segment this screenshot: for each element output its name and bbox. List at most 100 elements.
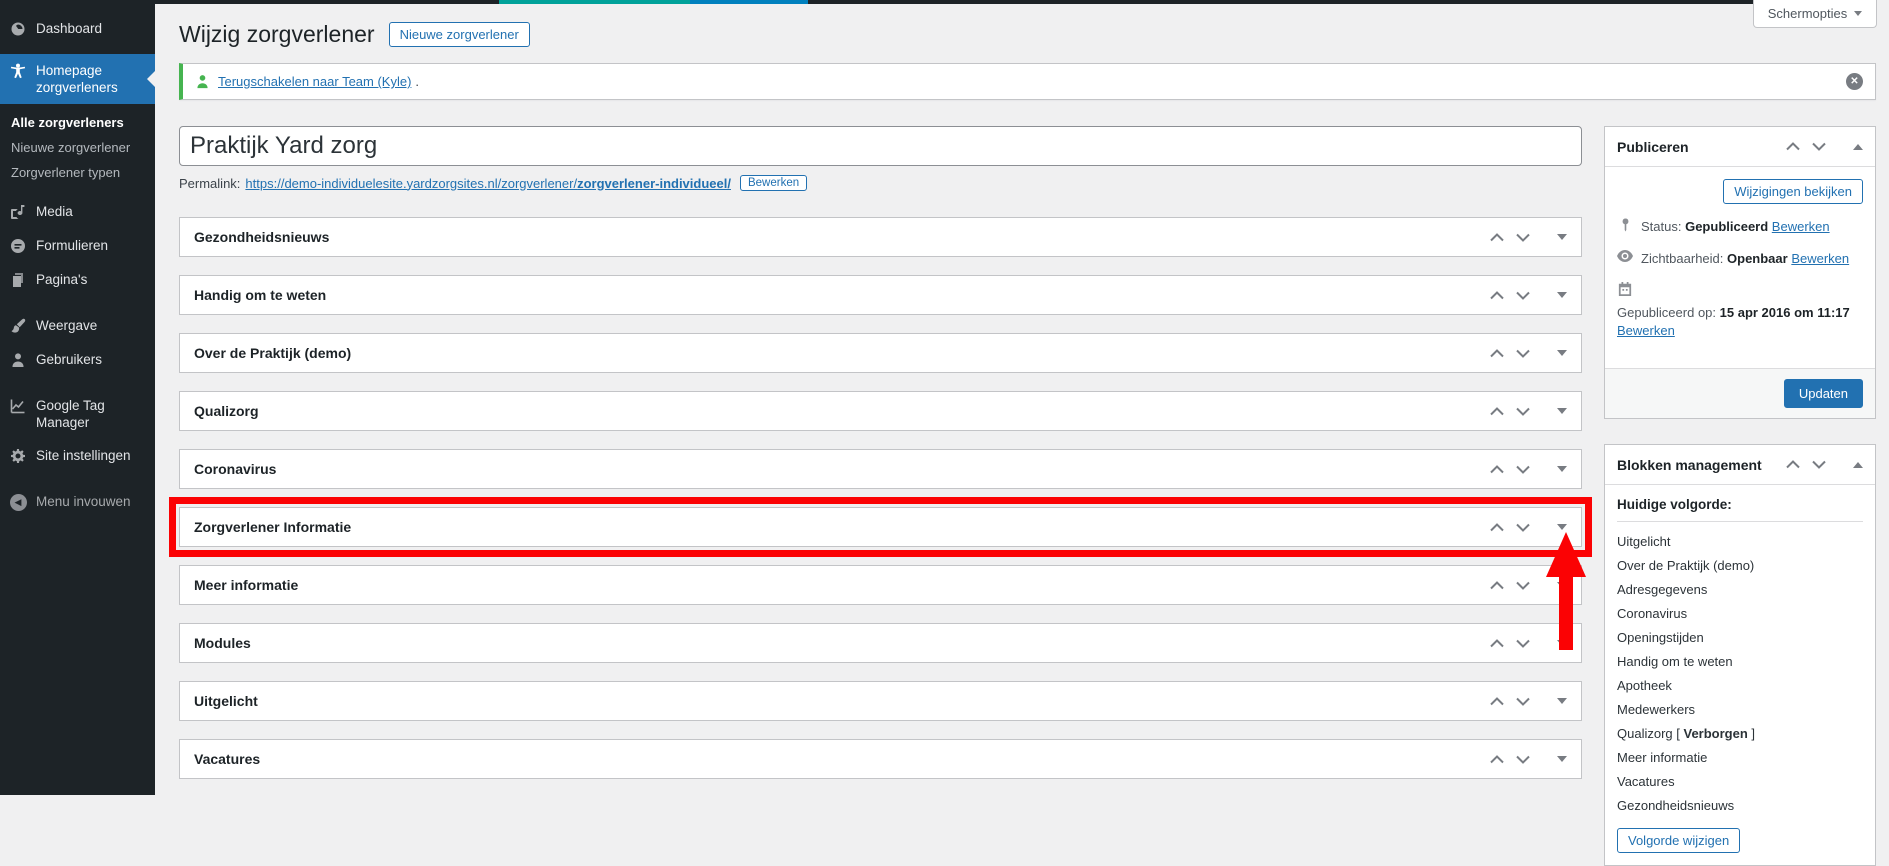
sidebar-subitem-alle-zorgverleners[interactable]: Alle zorgverleners [0,110,155,135]
move-up-icon[interactable] [1489,754,1505,765]
list-item: Openingstijden [1617,630,1704,645]
move-up-icon[interactable] [1785,141,1801,152]
move-up-icon[interactable] [1489,696,1505,707]
sidebar-subitem-zorgverlener-typen[interactable]: Zorgverlener typen [0,160,155,185]
sidebar-subitem-nieuwe-zorgverlener[interactable]: Nieuwe zorgverlener [0,135,155,160]
permalink-edit-button[interactable]: Bewerken [739,175,808,191]
chevron-down-icon [1854,11,1863,16]
metabox-uitgelicht[interactable]: Uitgelicht [179,681,1582,721]
screen-options-button[interactable]: Schermopties [1753,0,1877,28]
chart-line-icon [9,397,27,415]
sidebar-item-label: Google Tag Manager [36,398,105,430]
post-title-input[interactable] [179,126,1582,166]
list-item: Meer informatie [1617,750,1708,765]
calendar-icon [1617,282,1633,296]
sidebar-item-weergave[interactable]: Weergave [0,309,155,343]
sidebar-item-paginas[interactable]: Pagina's [0,263,155,297]
switch-back-link[interactable]: Terugschakelen naar Team (Kyle) [218,74,411,89]
sidebar-item-media[interactable]: Media [0,195,155,229]
blocks-panel-header[interactable]: Blokken management [1605,445,1875,485]
move-up-icon[interactable] [1785,459,1801,470]
move-up-icon[interactable] [1489,406,1505,417]
top-loading-strip [155,0,1753,4]
metabox-gezondheidsnieuws[interactable]: Gezondheidsnieuws [179,217,1582,257]
move-up-icon[interactable] [1489,348,1505,359]
move-up-icon[interactable] [1489,232,1505,243]
metabox-vacatures[interactable]: Vacatures [179,739,1582,779]
move-down-icon[interactable] [1811,459,1827,470]
pin-icon [1617,218,1633,232]
edit-visibility-link[interactable]: Bewerken [1791,251,1849,266]
toggle-panel-icon[interactable] [1557,698,1567,704]
move-up-icon[interactable] [1489,580,1505,591]
toggle-panel-icon[interactable] [1557,408,1567,414]
move-down-icon[interactable] [1515,696,1531,707]
move-down-icon[interactable] [1515,290,1531,301]
dismiss-notice-icon[interactable]: ✕ [1846,73,1863,90]
current-order-label: Huidige volgorde: [1617,497,1863,522]
toggle-panel-icon[interactable] [1853,143,1863,150]
list-item: Apotheek [1617,678,1672,693]
move-up-icon[interactable] [1489,290,1505,301]
metabox-meer-informatie[interactable]: Meer informatie [179,565,1582,605]
toggle-panel-icon[interactable] [1557,234,1567,240]
list-item: Uitgelicht [1617,534,1671,549]
main-content: Wijzig zorgverlener Nieuwe zorgverlener … [155,4,1889,866]
permalink-link[interactable]: https://demo-individuelesite.yardzorgsit… [245,176,731,191]
preview-changes-button[interactable]: Wijzigingen bekijken [1723,179,1863,204]
toggle-panel-icon[interactable] [1557,350,1567,356]
update-button[interactable]: Updaten [1783,379,1863,408]
toggle-panel-icon[interactable] [1557,292,1567,298]
notice-bar: Terugschakelen naar Team (Kyle) . ✕ [179,63,1876,100]
edit-status-link[interactable]: Bewerken [1772,219,1830,234]
list-item: Coronavirus [1617,606,1688,621]
move-down-icon[interactable] [1515,580,1531,591]
strip-teal-segment [499,0,690,4]
editor-column: Permalink: https://demo-individuelesite.… [169,126,1592,797]
metabox-qualizorg[interactable]: Qualizorg [179,391,1582,431]
edit-published-date-link[interactable]: Bewerken [1617,323,1675,338]
sidebar-item-site-instellingen[interactable]: Site instellingen [0,439,155,473]
move-up-icon[interactable] [1489,522,1505,533]
sidebar-item-homepage-zorgverleners[interactable]: Homepage zorgverleners [0,54,155,104]
sidebar-item-dashboard[interactable]: Dashboard [0,12,155,46]
permalink-row: Permalink: https://demo-individuelesite.… [179,175,1582,191]
red-annotation-arrow [1546,532,1586,650]
toggle-panel-icon[interactable] [1853,461,1863,468]
sidebar-item-label: Gebruikers [36,352,103,367]
sidebar-item-gebruikers[interactable]: Gebruikers [0,343,155,377]
notice-period: . [415,74,420,89]
move-down-icon[interactable] [1515,232,1531,243]
move-down-icon[interactable] [1515,638,1531,649]
list-item: Handig om te weten [1617,654,1733,669]
published-on-row: Gepubliceerd op: 15 apr 2016 om 11:17 Be… [1617,282,1863,340]
change-order-button[interactable]: Volgorde wijzigen [1617,828,1741,853]
sidebar-item-label: Weergave [36,318,98,333]
sidebar-item-google-tag-manager[interactable]: Google Tag Manager [0,389,155,439]
toggle-panel-icon[interactable] [1557,756,1567,762]
sidebar-item-menu-invouwen[interactable]: ◀ Menu invouwen [0,485,155,519]
side-column: Publiceren Wijzigingen bekijken Status: … [1604,126,1876,866]
metabox-over-de-praktijk[interactable]: Over de Praktijk (demo) [179,333,1582,373]
sidebar-item-formulieren[interactable]: Formulieren [0,229,155,263]
move-down-icon[interactable] [1515,754,1531,765]
move-up-icon[interactable] [1489,638,1505,649]
toggle-panel-icon[interactable] [1557,524,1567,530]
list-item: Adresgegevens [1617,582,1708,597]
admin-sidebar: Dashboard Homepage zorgverleners Alle zo… [0,0,155,795]
move-up-icon[interactable] [1489,464,1505,475]
move-down-icon[interactable] [1811,141,1827,152]
metabox-zorgverlener-informatie[interactable]: Zorgverlener Informatie [169,497,1592,557]
gear-icon [9,447,27,465]
publish-panel-header[interactable]: Publiceren [1605,127,1875,167]
move-down-icon[interactable] [1515,522,1531,533]
move-down-icon[interactable] [1515,348,1531,359]
move-down-icon[interactable] [1515,464,1531,475]
new-zorgverlener-button[interactable]: Nieuwe zorgverlener [388,21,530,47]
list-item: Vacatures [1617,774,1675,789]
move-down-icon[interactable] [1515,406,1531,417]
metabox-modules[interactable]: Modules [179,623,1582,663]
metabox-handig-om-te-weten[interactable]: Handig om te weten [179,275,1582,315]
metabox-coronavirus[interactable]: Coronavirus [179,449,1582,489]
toggle-panel-icon[interactable] [1557,466,1567,472]
